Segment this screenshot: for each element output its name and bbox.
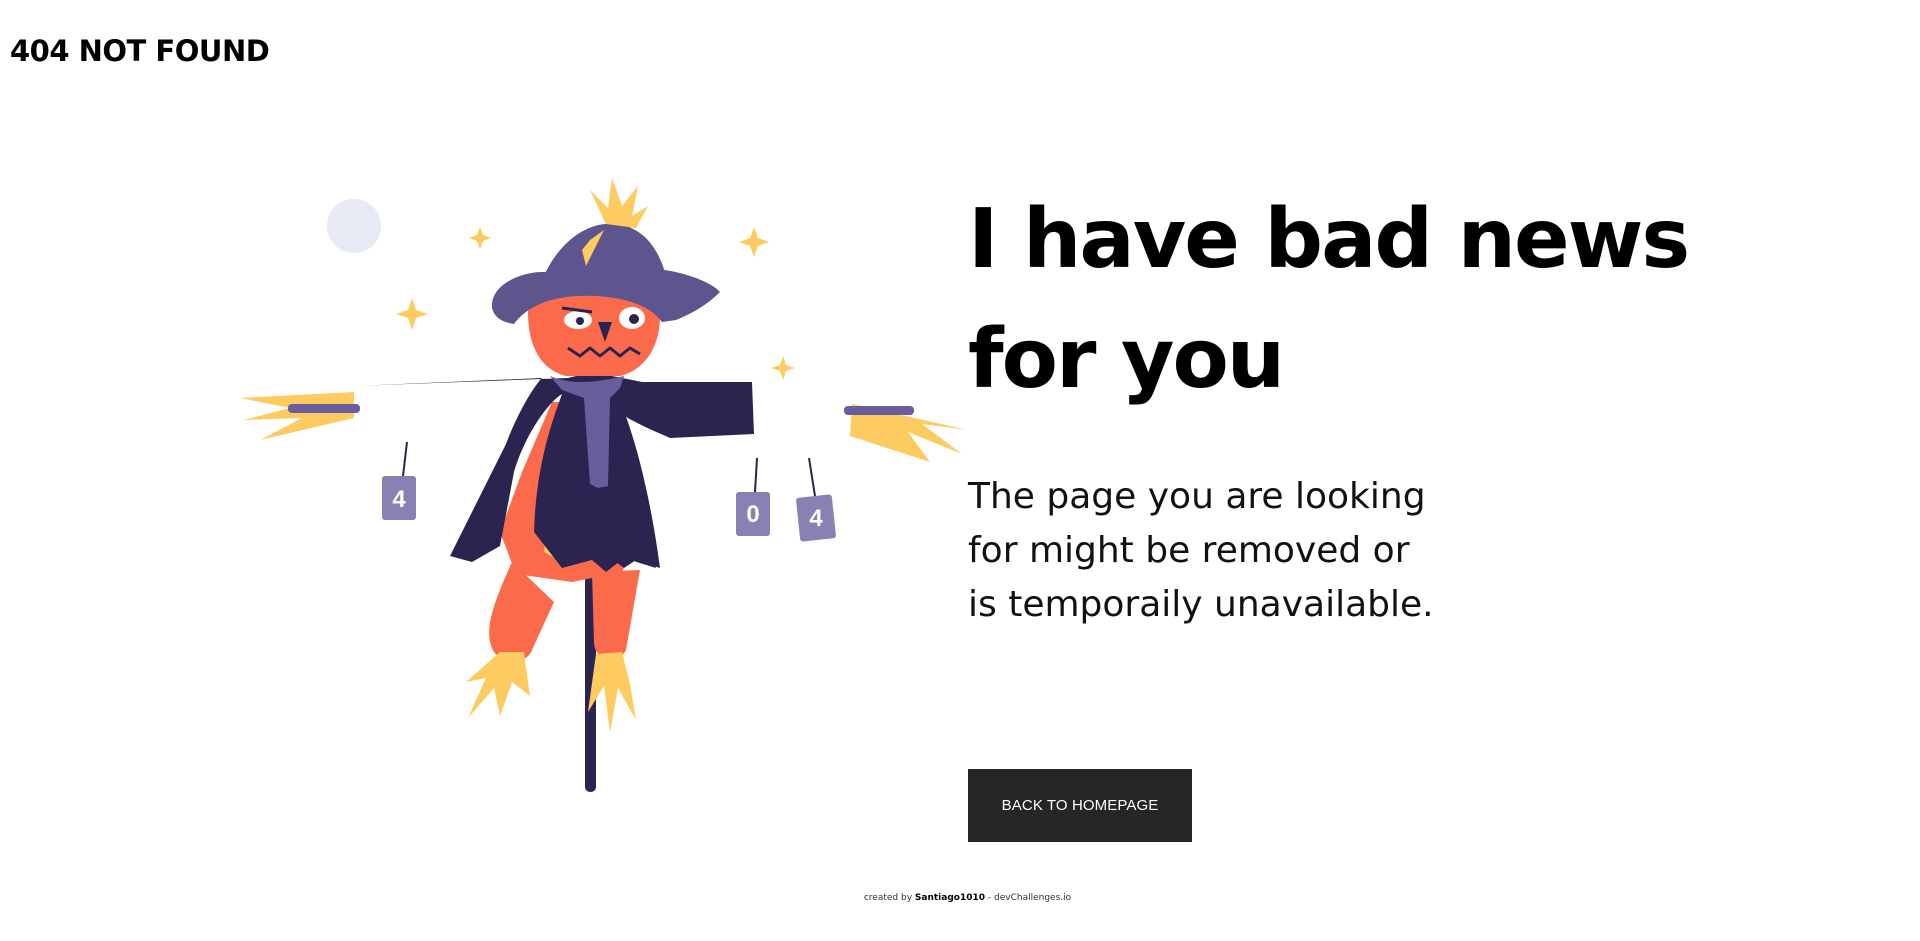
can-label-right: 4 (809, 505, 823, 532)
site-logo: 404 NOT FOUND (10, 34, 270, 68)
sparkle-icon (396, 298, 428, 330)
footer-author[interactable]: Santiago1010 (915, 893, 985, 903)
footer-prefix: created by (863, 893, 913, 903)
footer-credit: created by Santiago1010 - devChallenges.… (0, 893, 1920, 903)
straw-foot-left (466, 652, 530, 718)
moon-shape (327, 199, 381, 253)
leg-right (592, 570, 640, 660)
back-to-homepage-button[interactable]: BACK TO HOMEPAGE (968, 769, 1192, 842)
footer-separator: - (985, 893, 994, 903)
sparkle-icon (469, 227, 491, 249)
footer-site[interactable]: devChallenges.io (994, 893, 1071, 903)
sparkle-icon (771, 356, 795, 380)
scarecrow-illustration: 4 0 4 (240, 178, 968, 792)
can-label-left: 4 (392, 486, 406, 513)
page-headline: I have bad news for you (968, 192, 1690, 407)
arm-stick-left (288, 404, 360, 413)
arm-stick-right (844, 406, 914, 415)
hat-crown (544, 223, 666, 283)
straw-left (240, 392, 354, 440)
page-description: The page you are looking for might be re… (968, 476, 1434, 625)
hat-straw (590, 178, 648, 228)
sparkle-icon (739, 227, 769, 257)
can-label-middle: 0 (746, 501, 759, 528)
